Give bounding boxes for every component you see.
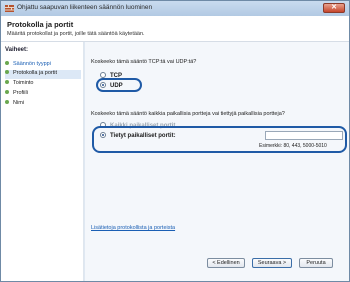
page-title: Protokolla ja portit [7,20,74,29]
step-protocol-ports[interactable]: Protokolla ja portit [5,70,81,79]
main-content: Koskeeko tämä sääntö TCP:tä vai UDP:tä? … [85,42,349,281]
step-profile[interactable]: Profiili [5,90,81,99]
step-action[interactable]: Toiminto [5,80,81,89]
next-button[interactable]: Seuraava > [252,258,292,268]
wizard-window: Ohjattu saapuvan liikenteen säännön luom… [0,0,350,282]
step-rule-type[interactable]: Säännön tyyppi [5,61,81,70]
step-label: Protokolla ja portit [13,70,58,76]
steps-panel: Vaiheet: Säännön tyyppi Protokolla ja po… [1,42,84,281]
back-button[interactable]: < Edellinen [207,258,245,268]
step-label: Profiili [13,90,28,96]
udp-highlight-outline [96,78,142,92]
step-bullet-icon [5,80,9,84]
step-bullet-icon [5,100,9,104]
step-bullet-icon [5,90,9,94]
protocol-question: Koskeeko tämä sääntö TCP:tä vai UDP:tä? [91,59,197,65]
steps-heading: Vaiheet: [5,47,29,53]
page-subtitle: Määritä protokollat ja portit, joille tä… [7,31,145,37]
title-bar: Ohjattu saapuvan liikenteen säännön luom… [1,1,349,16]
window-title: Ohjattu saapuvan liikenteen säännön luom… [17,4,153,11]
cancel-button[interactable]: Peruuta [299,258,333,268]
step-name[interactable]: Nimi [5,100,81,109]
learn-more-link[interactable]: Lisätietoja protokollista ja porteista [91,225,175,231]
ports-question: Koskeeko tämä sääntö kaikkia paikallisia… [91,111,285,117]
close-button[interactable]: ✕ [323,3,345,13]
wizard-header: Protokolla ja portit Määritä protokollat… [1,16,349,42]
step-bullet-icon [5,70,9,74]
step-label: Säännön tyyppi [13,61,51,67]
step-label: Toiminto [13,80,34,86]
step-label: Nimi [13,100,24,106]
firewall-icon [5,5,14,12]
step-bullet-icon [5,61,9,65]
specific-ports-highlight-outline [92,126,347,153]
